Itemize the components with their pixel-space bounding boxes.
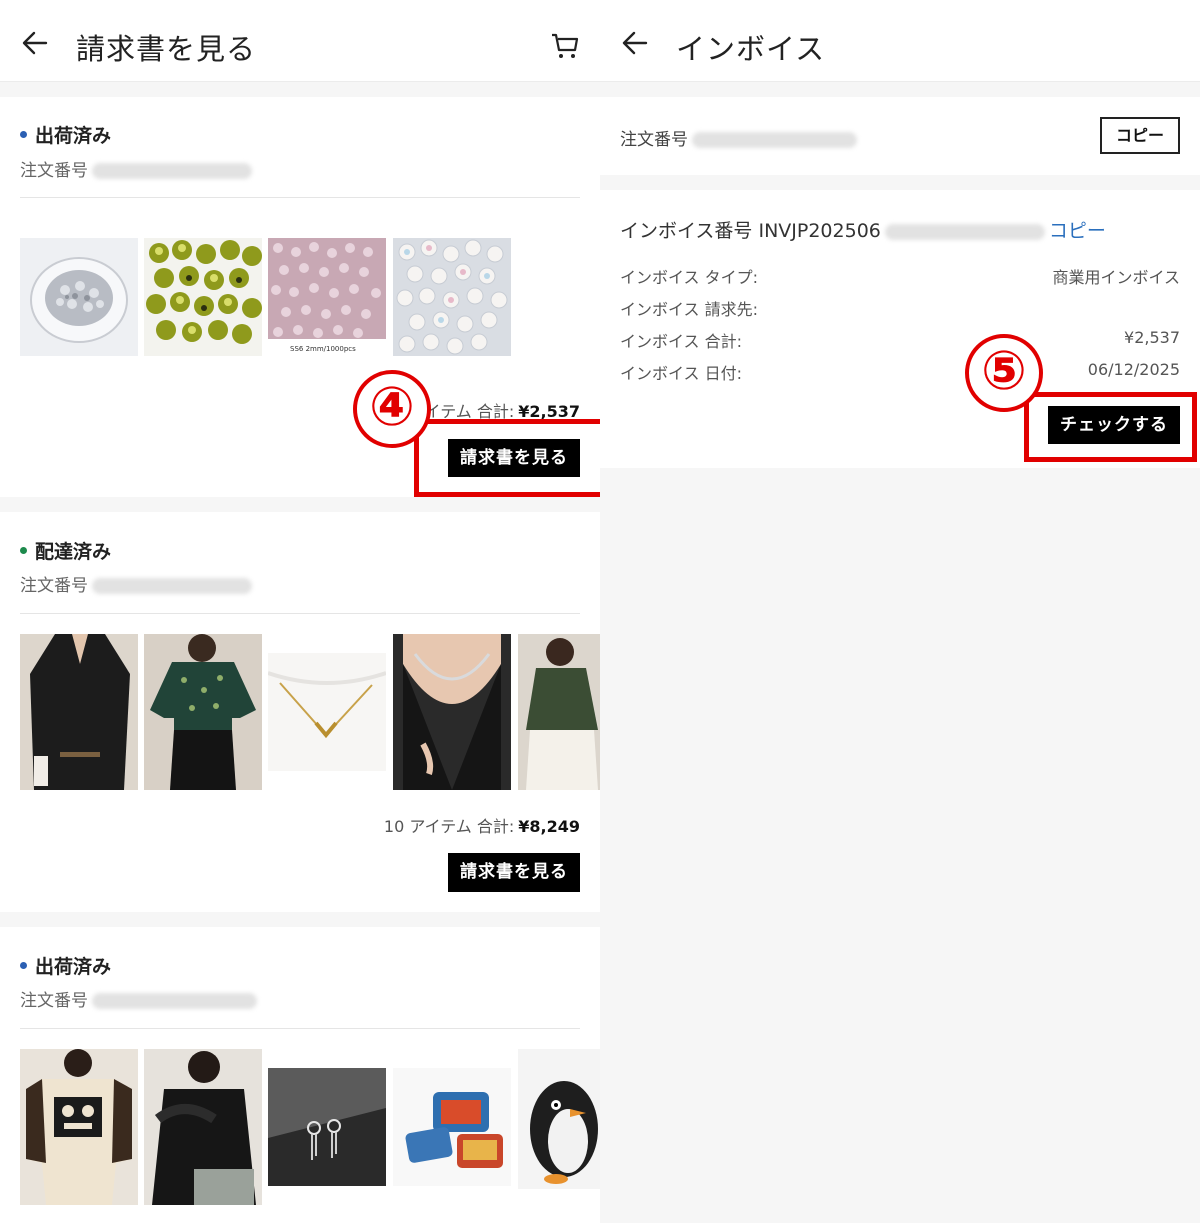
product-image-olive-rhinestones[interactable]	[144, 238, 262, 356]
order-number: 注文番号	[620, 125, 857, 150]
product-image-green-print-shirt[interactable]	[144, 634, 262, 790]
image-caption: SS6 2mm/1000pcs	[290, 345, 356, 353]
product-image-clear-rhinestones[interactable]	[20, 238, 138, 356]
divider	[20, 613, 580, 614]
product-image-snake-chain-necklace[interactable]	[393, 634, 511, 790]
invoice-date-label: インボイス 日付:	[620, 364, 742, 383]
product-image-earrings[interactable]	[268, 1068, 386, 1186]
invoice-type-label: インボイス タイプ:	[620, 268, 758, 287]
product-image-green-shirt[interactable]	[518, 634, 600, 790]
order-total: 10 アイテム 合計: ¥8,249	[383, 817, 580, 836]
invoice-number: インボイス番号 INVJP202506 コピー	[620, 220, 1106, 242]
order-status: 配達済み	[20, 537, 111, 564]
page-title: 請求書を見る	[76, 32, 257, 66]
back-arrow-icon[interactable]	[22, 30, 48, 56]
copy-invoice-number-link[interactable]: コピー	[1049, 220, 1106, 242]
status-dot-icon	[20, 962, 27, 969]
product-image-penguin-plush[interactable]	[518, 1049, 600, 1205]
annotation-number-5: ⑤	[965, 334, 1043, 412]
order-number: 注文番号	[20, 986, 257, 1011]
divider	[20, 197, 580, 198]
highlight-box	[414, 419, 600, 497]
order-number: 注文番号	[20, 571, 252, 596]
invoice-list-screen: 請求書を見る 出荷済み 注文番号 SS6 2mm/1000pcs アイテム 合計…	[0, 0, 600, 1223]
product-image-ab-rhinestones[interactable]	[393, 238, 511, 356]
invoice-total-value: ¥2,537	[1124, 328, 1180, 347]
order-number: 注文番号	[20, 156, 252, 181]
order-status: 出荷済み	[20, 121, 111, 148]
product-image-graphic-tee[interactable]	[20, 1049, 138, 1205]
right-header: インボイス	[600, 0, 1200, 82]
page-title: インボイス	[676, 32, 826, 66]
order-card: 出荷済み 注文番号	[0, 927, 600, 1223]
order-card: 配達済み 注文番号 10 アイテム 合計: ¥8,249 請求書を見る	[0, 512, 600, 912]
annotation-number-4: ④	[353, 370, 431, 448]
product-image-gold-necklace[interactable]	[268, 653, 386, 771]
left-header: 請求書を見る	[0, 0, 600, 82]
invoice-total-label: インボイス 合計:	[620, 332, 742, 351]
product-image-pink-rhinestones[interactable]: SS6 2mm/1000pcs	[268, 238, 386, 356]
copy-order-number-button[interactable]: コピー	[1100, 117, 1180, 154]
highlight-box	[1024, 392, 1197, 462]
divider	[20, 1028, 580, 1029]
invoice-type-value: 商業用インボイス	[1052, 268, 1180, 287]
invoice-billing-label: インボイス 請求先:	[620, 300, 758, 319]
order-status: 出荷済み	[20, 952, 111, 979]
status-dot-icon	[20, 547, 27, 554]
cart-icon[interactable]	[550, 32, 580, 60]
order-number-card: 注文番号 コピー	[600, 97, 1200, 175]
status-dot-icon	[20, 131, 27, 138]
product-image-pouches[interactable]	[393, 1068, 511, 1186]
product-image-black-sweater[interactable]	[144, 1049, 262, 1205]
invoice-detail-screen: インボイス 注文番号 コピー インボイス番号 INVJP202506 コピー イン…	[600, 0, 1200, 1223]
invoice-date-value: 06/12/2025	[1087, 360, 1180, 379]
back-arrow-icon[interactable]	[622, 30, 648, 56]
product-image-black-blouse[interactable]	[20, 634, 138, 790]
view-invoice-button[interactable]: 請求書を見る	[448, 853, 580, 892]
